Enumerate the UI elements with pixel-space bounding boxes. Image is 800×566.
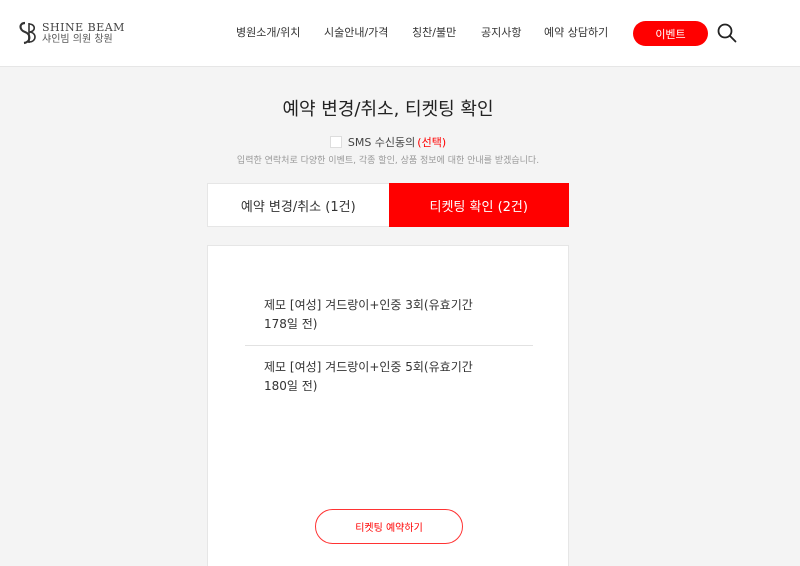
nav-item-consult[interactable]: 예약 상담하기 xyxy=(544,24,608,40)
nav-item-feedback[interactable]: 칭찬/불만 xyxy=(412,24,456,40)
sms-optional-label: (선택) xyxy=(417,136,447,149)
sms-notice: 입력한 연락처로 다양한 이벤트, 각종 할인, 상품 정보에 대한 안내를 받… xyxy=(236,156,540,166)
sms-consent-checkbox[interactable] xyxy=(329,136,342,148)
booking-tabs: 예약 변경/취소 (1건) 티켓팅 확인 (2건) xyxy=(207,183,569,227)
logo[interactable]: SHINE BEAM 샤인빔 의원 창원 xyxy=(16,20,125,46)
ticket-reserve-button[interactable]: 티켓팅 예약하기 xyxy=(315,509,463,544)
event-button[interactable]: 이벤트 xyxy=(633,21,708,46)
logo-text-en: SHINE BEAM xyxy=(42,20,125,34)
ticket-name: 제모 [여성] 겨드랑이+인중 5회(유효기간 xyxy=(264,360,473,374)
page-title: 예약 변경/취소, 티켓팅 확인 xyxy=(282,99,494,120)
divider xyxy=(245,345,533,346)
ticket-date: 180일 전) xyxy=(264,379,318,393)
nav-item-hospital[interactable]: 병원소개/위치 xyxy=(236,24,300,40)
ticket-date: 178일 전) xyxy=(264,317,318,331)
ticket-item: 제모 [여성] 겨드랑이+인중 3회(유효기간 178일 전) xyxy=(264,296,504,334)
search-icon[interactable] xyxy=(716,22,738,44)
nav-item-procedures[interactable]: 시술안내/가격 xyxy=(324,24,388,40)
sms-consent-label[interactable]: SMS 수신동의 xyxy=(348,134,415,150)
ticket-item: 제모 [여성] 겨드랑이+인중 5회(유효기간 180일 전) xyxy=(264,358,504,396)
tab-ticketing[interactable]: 티켓팅 확인 (2건) xyxy=(388,183,569,227)
tab-change-cancel[interactable]: 예약 변경/취소 (1건) xyxy=(207,183,389,227)
ticket-name: 제모 [여성] 겨드랑이+인중 3회(유효기간 xyxy=(264,298,473,312)
sms-consent: SMS 수신동의 (선택) xyxy=(0,134,776,150)
site-header: SHINE BEAM 샤인빔 의원 창원 병원소개/위치 시술안내/가격 칭찬/… xyxy=(0,0,800,67)
logo-text-ko: 샤인빔 의원 창원 xyxy=(42,33,113,45)
logo-mark-icon xyxy=(19,21,36,45)
nav-item-notice[interactable]: 공지사항 xyxy=(481,24,521,40)
ticket-panel: 제모 [여성] 겨드랑이+인중 3회(유효기간 178일 전) 제모 [여성] … xyxy=(207,245,569,566)
